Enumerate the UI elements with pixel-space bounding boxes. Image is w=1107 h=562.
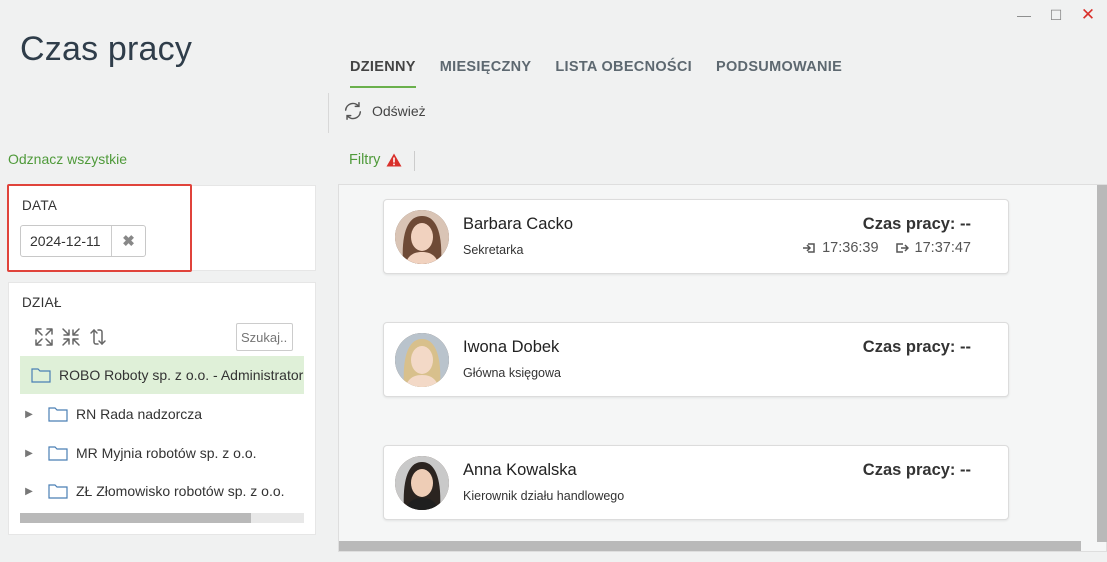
tree-item-rn[interactable]: ▶ RN Rada nadzorcza	[20, 395, 304, 433]
tab-attendance-list[interactable]: LISTA OBECNOŚCI	[543, 52, 704, 88]
clear-date-button[interactable]: ✖	[112, 226, 145, 256]
work-time: Czas pracy: --	[862, 461, 971, 479]
tree-scrollbar-thumb[interactable]	[20, 513, 251, 523]
folder-icon	[48, 484, 68, 499]
tree-toolbar	[33, 326, 108, 347]
clock-in-icon	[803, 243, 815, 253]
work-time: Czas pracy: --	[862, 338, 971, 356]
employee-name: Iwona Dobek	[463, 338, 560, 356]
employee-name: Barbara Cacko	[463, 215, 574, 233]
clock-out-time: 17:37:47	[914, 240, 971, 256]
expand-arrow-icon[interactable]: ▶	[20, 486, 38, 497]
avatar	[395, 333, 449, 387]
department-search-input[interactable]	[236, 323, 293, 351]
tab-summary[interactable]: PODSUMOWANIE	[704, 52, 854, 88]
employee-card[interactable]: Barbara Cacko Sekretarka Czas pracy: -- …	[383, 199, 1009, 274]
tab-daily[interactable]: DZIENNY	[338, 52, 428, 88]
employee-role: Kierownik działu handlowego	[463, 489, 625, 503]
tree-item-label: ROBO Roboty sp. z o.o. - Administrator	[59, 367, 304, 383]
employee-role: Sekretarka	[463, 243, 524, 257]
clock-in-time: 17:36:39	[822, 240, 879, 256]
employee-card[interactable]: Anna Kowalska Kierownik działu handloweg…	[383, 445, 1009, 520]
deselect-all-link[interactable]: Odznacz wszystkie	[8, 151, 127, 167]
clock-times: 17:36:39 17:37:47	[802, 240, 971, 256]
clock-out-icon	[895, 243, 909, 253]
employee-role: Główna księgowa	[463, 366, 561, 380]
tree-item-robo[interactable]: ROBO Roboty sp. z o.o. - Administrator	[20, 356, 304, 394]
folder-icon	[31, 368, 51, 383]
close-button[interactable]: ✕	[1079, 5, 1097, 24]
tab-bar: DZIENNY MIESIĘCZNY LISTA OBECNOŚCI PODSU…	[338, 52, 854, 88]
tree-item-mr[interactable]: ▶ MR Myjnia robotów sp. z o.o.	[20, 434, 304, 472]
collapse-all-icon[interactable]	[60, 326, 81, 347]
tree-item-label: ZŁ Złomowisko robotów sp. z o.o.	[76, 483, 285, 499]
tree-item-label: RN Rada nadzorcza	[76, 406, 203, 422]
folder-icon	[48, 407, 68, 422]
refresh-icon	[344, 102, 362, 120]
warning-icon	[386, 153, 402, 167]
tab-monthly[interactable]: MIESIĘCZNY	[428, 52, 544, 88]
expand-arrow-icon[interactable]: ▶	[20, 409, 38, 420]
sync-icon[interactable]	[87, 326, 108, 347]
page-title: Czas pracy	[20, 30, 193, 68]
employee-name: Anna Kowalska	[463, 461, 577, 479]
date-label: DATA	[22, 198, 58, 213]
filters-label: Filtry	[349, 152, 381, 168]
tree-item-label: MR Myjnia robotów sp. z o.o.	[76, 445, 257, 461]
maximize-button[interactable]: ☐	[1047, 6, 1065, 24]
folder-icon	[48, 446, 68, 461]
refresh-label: Odśwież	[372, 103, 426, 119]
employee-card[interactable]: Iwona Dobek Główna księgowa Czas pracy: …	[383, 322, 1009, 397]
filters-divider	[414, 151, 415, 171]
avatar	[395, 456, 449, 510]
expand-arrow-icon[interactable]: ▶	[20, 448, 38, 459]
filters-button[interactable]: Filtry	[349, 152, 402, 168]
date-value[interactable]: 2024-12-11	[21, 226, 112, 256]
work-time: Czas pracy: --	[862, 215, 971, 233]
refresh-button[interactable]: Odśwież	[342, 100, 426, 122]
vertical-scrollbar[interactable]	[1097, 185, 1107, 542]
department-label: DZIAŁ	[22, 295, 62, 310]
toolbar-divider	[328, 93, 329, 133]
expand-all-icon[interactable]	[33, 326, 54, 347]
horizontal-scrollbar[interactable]	[339, 541, 1081, 551]
avatar	[395, 210, 449, 264]
date-field[interactable]: 2024-12-11 ✖	[20, 225, 146, 257]
minimize-button[interactable]: —	[1015, 6, 1033, 24]
tree-item-zl[interactable]: ▶ ZŁ Złomowisko robotów sp. z o.o.	[20, 472, 304, 510]
